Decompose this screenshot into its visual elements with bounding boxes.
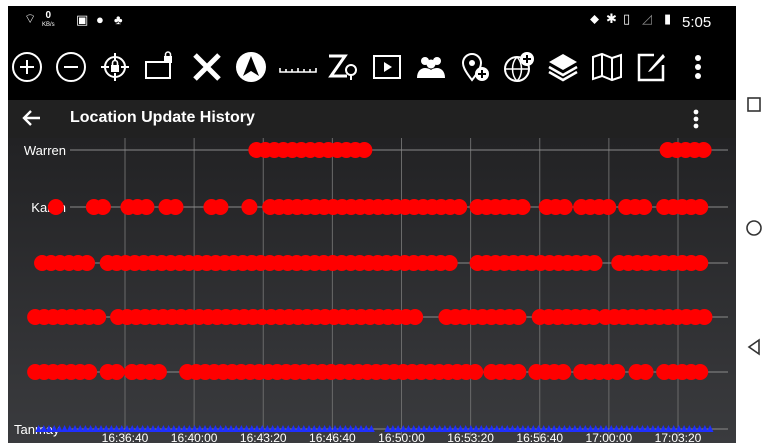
data-point-karan (94, 199, 111, 215)
map-toolbar (8, 38, 736, 100)
data-point-karan (212, 199, 229, 215)
zoom-in-icon[interactable] (10, 50, 44, 84)
data-point-dhan (79, 255, 96, 271)
category-label-0: Warren (24, 143, 66, 158)
data-point-jin (510, 364, 527, 380)
data-point-dhan (692, 255, 709, 271)
navigation-icon[interactable] (234, 50, 268, 84)
battery-icon: ▮ (664, 11, 672, 26)
overflow-menu-icon[interactable] (686, 104, 706, 134)
data-point-karan (241, 199, 258, 215)
data-point-jin (81, 364, 98, 380)
location-history-chart: WarrenKarandhanIvar.Jir.Tanmay16:36:4016… (8, 138, 736, 443)
my-location-icon[interactable] (98, 50, 132, 84)
measure-ruler-icon[interactable] (278, 50, 318, 84)
back-arrow-icon[interactable] (18, 103, 46, 133)
page-title: Location Update History (70, 109, 255, 126)
data-point-ivan (407, 309, 424, 325)
bluetooth-icon: ✱ (606, 11, 617, 26)
clock: 5:05 (682, 14, 712, 31)
network-speed: 0 KB/s (42, 10, 55, 28)
map-icon[interactable] (590, 50, 624, 84)
vibrate-icon: ▯ (623, 11, 631, 26)
app-notification-icon: ♣ (114, 12, 123, 27)
zone-icon[interactable] (326, 50, 360, 84)
status-bar: ⌔ 0 KB/s ▣ ● ♣ ⬥ ✱ ▯ ◿ ▮ 5:05 (8, 6, 736, 38)
data-point-warren (356, 142, 373, 158)
x-tick-label-1: 16:40:00 (171, 431, 218, 443)
data-point-jin (609, 364, 626, 380)
x-tick-label-7: 17:00:00 (586, 431, 633, 443)
data-point-karan (600, 199, 617, 215)
data-point-karan (138, 199, 155, 215)
data-point-karan (514, 199, 531, 215)
edit-icon[interactable] (634, 50, 668, 84)
x-tick-label-5: 16:53:20 (447, 431, 494, 443)
data-point-ivan (510, 309, 527, 325)
nav-bar (736, 0, 772, 443)
data-point-ivan (696, 309, 713, 325)
x-tick-label-3: 16:46:40 (309, 431, 356, 443)
data-point-jin (467, 364, 484, 380)
home-icon[interactable] (744, 218, 764, 238)
recents-icon[interactable] (744, 95, 764, 115)
people-icon[interactable] (414, 50, 448, 84)
x-tick-label-2: 16:43:20 (240, 431, 287, 443)
phone-screen: ⌔ 0 KB/s ▣ ● ♣ ⬥ ✱ ▯ ◿ ▮ 5:05 Location U… (8, 6, 736, 443)
x-tick-label-4: 16:50:00 (378, 431, 425, 443)
add-place-icon[interactable] (458, 50, 492, 84)
close-icon[interactable] (190, 50, 224, 84)
cast-icon: ⌔ (24, 11, 37, 26)
data-point-karan (556, 199, 573, 215)
zoom-out-icon[interactable] (54, 50, 88, 84)
chart-canvas: WarrenKarandhanIvar.Jir.Tanmay16:36:4016… (14, 138, 728, 443)
data-point-warren (695, 142, 712, 158)
location-icon: ⬥ (590, 11, 600, 26)
layers-icon[interactable] (546, 50, 580, 84)
data-point-karan (167, 199, 184, 215)
dot-notification-icon: ● (96, 12, 104, 27)
data-point-jin (108, 364, 125, 380)
x-tick-label-0: 16:36:40 (102, 431, 149, 443)
data-point-karan (47, 199, 64, 215)
data-point-dhan (586, 255, 603, 271)
data-point-dhan (441, 255, 458, 271)
data-point-ivan (90, 309, 107, 325)
data-point-jin (637, 364, 654, 380)
more-vert-icon[interactable] (688, 50, 708, 84)
data-point-karan (636, 199, 653, 215)
lock-rotate-icon[interactable] (142, 50, 176, 84)
data-point-karan (451, 199, 468, 215)
app-bar: Location Update History (8, 100, 736, 138)
data-point-jin (555, 364, 572, 380)
data-point-karan (692, 199, 709, 215)
x-tick-label-8: 17:03:20 (655, 431, 702, 443)
play-icon[interactable] (370, 50, 404, 84)
data-point-jin (150, 364, 167, 380)
x-tick-label-6: 16:56:40 (516, 431, 563, 443)
image-notification-icon: ▣ (76, 12, 89, 27)
add-globe-icon[interactable] (502, 50, 536, 84)
data-point-jin (692, 364, 709, 380)
no-signal-icon: ◿ (642, 11, 652, 26)
back-nav-icon[interactable] (744, 337, 764, 357)
